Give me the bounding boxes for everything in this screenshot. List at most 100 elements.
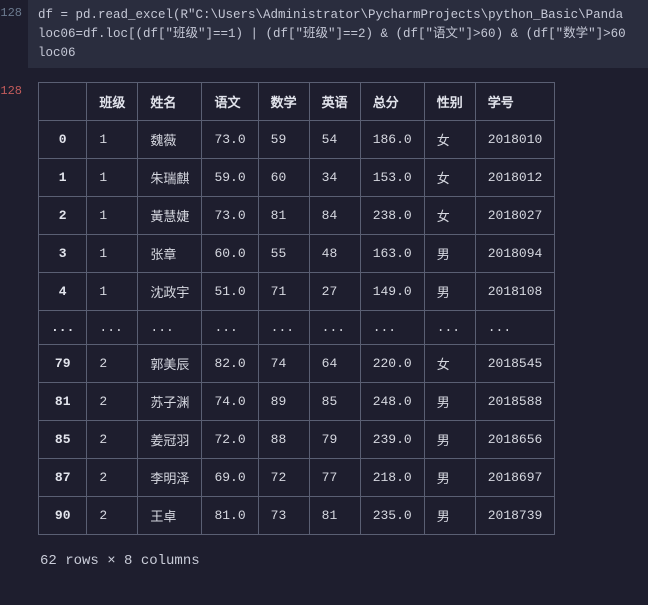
table-cell: 27 xyxy=(309,273,360,311)
table-row: 792郭美辰82.07464220.0女2018545 xyxy=(39,345,555,383)
table-cell: 1 xyxy=(87,159,138,197)
table-cell: 71 xyxy=(258,273,309,311)
table-cell: 69.0 xyxy=(202,459,258,497)
table-cell: 2018739 xyxy=(475,497,555,535)
code-cell-row: 128 df = pd.read_excel(R"C:\Users\Admini… xyxy=(0,0,648,68)
table-cell: 59 xyxy=(258,121,309,159)
table-cell: 2018656 xyxy=(475,421,555,459)
row-index: 90 xyxy=(39,497,87,535)
table-cell: 85 xyxy=(309,383,360,421)
table-cell: 248.0 xyxy=(360,383,424,421)
table-cell: 2 xyxy=(87,459,138,497)
row-index: 0 xyxy=(39,121,87,159)
dataframe-shape-footer: 62 rows × 8 columns xyxy=(38,553,642,569)
table-row: 902王卓81.07381235.0男2018739 xyxy=(39,497,555,535)
table-cell: 73.0 xyxy=(202,121,258,159)
table-cell: 88 xyxy=(258,421,309,459)
table-cell: 218.0 xyxy=(360,459,424,497)
col-header: 学号 xyxy=(475,83,555,121)
table-cell: 89 xyxy=(258,383,309,421)
code-line-1: df = pd.read_excel(R"C:\Users\Administra… xyxy=(38,8,623,22)
table-cell: 魏薇 xyxy=(138,121,202,159)
col-header: 英语 xyxy=(309,83,360,121)
col-header: 姓名 xyxy=(138,83,202,121)
table-cell: 黃慧婕 xyxy=(138,197,202,235)
row-index: 87 xyxy=(39,459,87,497)
table-row: 01魏薇73.05954186.0女2018010 xyxy=(39,121,555,159)
table-cell: 82.0 xyxy=(202,345,258,383)
row-index: 1 xyxy=(39,159,87,197)
table-body: 01魏薇73.05954186.0女201801011朱瑞麒59.0603415… xyxy=(39,121,555,535)
table-cell: 1 xyxy=(87,121,138,159)
table-cell: ... xyxy=(202,311,258,345)
table-cell: 81 xyxy=(309,497,360,535)
table-cell: 2 xyxy=(87,497,138,535)
table-cell: 149.0 xyxy=(360,273,424,311)
table-row: 31张章60.05548163.0男2018094 xyxy=(39,235,555,273)
row-index: 79 xyxy=(39,345,87,383)
table-cell: 153.0 xyxy=(360,159,424,197)
table-row: ........................... xyxy=(39,311,555,345)
table-cell: 55 xyxy=(258,235,309,273)
table-cell: 沈政宇 xyxy=(138,273,202,311)
table-cell: 男 xyxy=(424,273,475,311)
table-cell: ... xyxy=(424,311,475,345)
col-header: 性别 xyxy=(424,83,475,121)
output-row: 128 班级 姓名 语文 数学 英语 总分 性别 学号 01 xyxy=(0,82,648,569)
table-cell: 163.0 xyxy=(360,235,424,273)
input-exec-count: 128 xyxy=(0,0,28,20)
table-cell: 238.0 xyxy=(360,197,424,235)
table-row: 812苏子渊74.08985248.0男2018588 xyxy=(39,383,555,421)
table-cell: 男 xyxy=(424,497,475,535)
output-exec-count: 128 xyxy=(0,82,28,98)
code-cell[interactable]: df = pd.read_excel(R"C:\Users\Administra… xyxy=(28,0,648,68)
table-cell: ... xyxy=(87,311,138,345)
col-header: 总分 xyxy=(360,83,424,121)
row-index: 81 xyxy=(39,383,87,421)
table-cell: 77 xyxy=(309,459,360,497)
table-cell: 74.0 xyxy=(202,383,258,421)
table-header-row: 班级 姓名 语文 数学 英语 总分 性别 学号 xyxy=(39,83,555,121)
table-cell: 李明泽 xyxy=(138,459,202,497)
table-cell: 34 xyxy=(309,159,360,197)
table-row: 852姜冠羽72.08879239.0男2018656 xyxy=(39,421,555,459)
table-cell: 73.0 xyxy=(202,197,258,235)
table-cell: 2 xyxy=(87,421,138,459)
table-cell: ... xyxy=(475,311,555,345)
table-cell: 59.0 xyxy=(202,159,258,197)
table-cell: 186.0 xyxy=(360,121,424,159)
row-index: 3 xyxy=(39,235,87,273)
table-row: 41沈政宇51.07127149.0男2018108 xyxy=(39,273,555,311)
table-cell: 60.0 xyxy=(202,235,258,273)
table-cell: 姜冠羽 xyxy=(138,421,202,459)
table-head: 班级 姓名 语文 数学 英语 总分 性别 学号 xyxy=(39,83,555,121)
table-cell: 74 xyxy=(258,345,309,383)
table-cell: 女 xyxy=(424,197,475,235)
table-cell: 2018545 xyxy=(475,345,555,383)
table-cell: 60 xyxy=(258,159,309,197)
table-cell: 72 xyxy=(258,459,309,497)
table-cell: 235.0 xyxy=(360,497,424,535)
table-cell: 2018588 xyxy=(475,383,555,421)
row-index: 2 xyxy=(39,197,87,235)
table-cell: 79 xyxy=(309,421,360,459)
col-header: 班级 xyxy=(87,83,138,121)
output-body: 班级 姓名 语文 数学 英语 总分 性别 学号 01魏薇73.05954186.… xyxy=(28,82,648,569)
table-cell: ... xyxy=(138,311,202,345)
table-cell: 2 xyxy=(87,345,138,383)
table-cell: 2018108 xyxy=(475,273,555,311)
table-cell: 女 xyxy=(424,159,475,197)
table-cell: ... xyxy=(309,311,360,345)
table-cell: 81.0 xyxy=(202,497,258,535)
table-cell: 84 xyxy=(309,197,360,235)
table-cell: 220.0 xyxy=(360,345,424,383)
row-index: 85 xyxy=(39,421,87,459)
table-cell: 郭美辰 xyxy=(138,345,202,383)
table-cell: 男 xyxy=(424,235,475,273)
table-cell: 73 xyxy=(258,497,309,535)
table-cell: 1 xyxy=(87,235,138,273)
row-index: ... xyxy=(39,311,87,345)
table-cell: 女 xyxy=(424,121,475,159)
table-cell: 2018010 xyxy=(475,121,555,159)
table-cell: 51.0 xyxy=(202,273,258,311)
